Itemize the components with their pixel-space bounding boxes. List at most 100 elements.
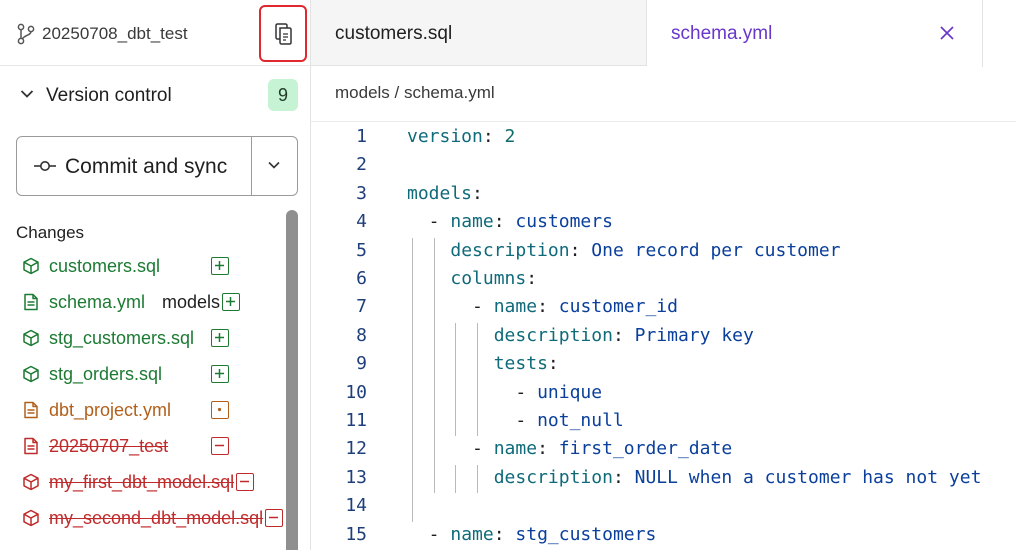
- editor-tab-bar: customers.sql schema.yml: [311, 0, 1016, 67]
- close-icon[interactable]: [939, 25, 955, 41]
- code-line: 3 models:: [311, 179, 1016, 207]
- changes-scrollbar[interactable]: [286, 210, 298, 550]
- code-line: 9 tests:: [311, 349, 1016, 377]
- change-item[interactable]: schema.yml models: [0, 284, 290, 320]
- change-item[interactable]: stg_orders.sql: [0, 356, 290, 392]
- tab-customers-sql[interactable]: customers.sql: [311, 0, 647, 66]
- indent-guide: [476, 322, 478, 437]
- status-deleted-icon: [265, 509, 284, 527]
- line-number: 7: [356, 296, 367, 318]
- yaml-key: name: [493, 296, 538, 318]
- copy-icon: [275, 23, 292, 45]
- line-number: 14: [345, 495, 367, 517]
- code-text: tests:: [493, 353, 559, 375]
- status-modified-icon: [211, 401, 229, 419]
- code-line: 1 version: 2: [311, 122, 1016, 150]
- code-text: - not_null: [515, 410, 624, 431]
- changes-title: Changes: [16, 223, 85, 242]
- breadcrumb-path: models / schema.yml: [335, 83, 495, 102]
- code-text: models:: [407, 182, 483, 204]
- git-branch-icon: [17, 23, 35, 45]
- yaml-key: description: [493, 466, 613, 488]
- line-number: 15: [345, 523, 367, 545]
- commit-and-sync-label: Commit and sync: [65, 155, 228, 178]
- tab-schema-yml[interactable]: schema.yml: [647, 0, 983, 67]
- code-text: description: Primary key: [493, 324, 754, 346]
- branch-bar: 20250708_dbt_test: [0, 0, 310, 66]
- change-item[interactable]: 20250707_test: [0, 428, 290, 464]
- change-file-name: stg_customers.sql: [49, 328, 195, 348]
- yaml-key: description: [450, 239, 570, 261]
- change-file-directory: models: [162, 292, 221, 312]
- change-file-name: my_first_dbt_model.sql: [49, 472, 235, 492]
- code-text: - name: stg_customers: [428, 523, 657, 545]
- code-line: 12 - name: first_order_date: [311, 434, 1016, 462]
- change-item[interactable]: my_first_dbt_model.sql: [0, 464, 290, 500]
- version-control-header[interactable]: Version control 9: [0, 66, 310, 126]
- code-line: 8 description: Primary key: [311, 321, 1016, 349]
- indent-guide: [411, 237, 413, 522]
- status-deleted-icon: [236, 473, 255, 491]
- yaml-key: name: [450, 523, 494, 545]
- yaml-key: description: [493, 324, 613, 346]
- line-number: 10: [345, 381, 367, 403]
- change-file-name: stg_orders.sql: [49, 364, 163, 384]
- chevron-down-icon: [268, 161, 280, 169]
- code-editor[interactable]: 1 version: 2 2 3 models: 4- name: customers 5 d…: [311, 122, 1016, 550]
- yaml-value: customers: [515, 211, 613, 233]
- yaml-key: name: [493, 438, 538, 460]
- git-commit-icon: [34, 161, 56, 171]
- code-text: version: 2: [407, 126, 516, 147]
- tab-label: schema.yml: [671, 23, 773, 44]
- line-number: 6: [356, 268, 367, 289]
- document-icon: [24, 437, 38, 455]
- yaml-value: first_order_date: [558, 438, 733, 460]
- change-item[interactable]: my_second_dbt_model.sql: [0, 500, 290, 536]
- line-number: 2: [356, 154, 367, 176]
- yaml-key: models: [407, 182, 473, 204]
- commit-options-dropdown[interactable]: [252, 137, 297, 195]
- model-cube-icon: [23, 365, 39, 383]
- code-line: 10 - unique: [311, 378, 1016, 406]
- status-deleted-icon: [211, 437, 229, 455]
- code-text: - name: first_order_date: [472, 438, 733, 460]
- change-file-name: dbt_project.yml: [49, 400, 172, 420]
- breadcrumb: models / schema.yml: [311, 66, 1016, 122]
- status-added-icon: [222, 293, 241, 311]
- line-number: 4: [356, 211, 367, 233]
- change-item[interactable]: stg_customers.sql: [0, 320, 290, 356]
- code-text: description: One record per customer: [450, 239, 841, 261]
- status-added-icon: [211, 329, 229, 347]
- yaml-key: columns: [450, 268, 527, 289]
- yaml-key: version: [407, 126, 483, 147]
- change-file-name: schema.yml: [49, 292, 146, 312]
- tab-overflow[interactable]: [983, 0, 1016, 66]
- yaml-key: name: [450, 211, 494, 233]
- changes-count-badge: 9: [268, 79, 298, 111]
- code-line: 7 - name: customer_id: [311, 292, 1016, 320]
- change-item[interactable]: customers.sql: [0, 248, 290, 284]
- document-icon: [24, 293, 38, 311]
- yaml-value: not_null: [537, 410, 624, 431]
- line-number: 5: [356, 239, 367, 261]
- code-line: 11 - not_null: [311, 406, 1016, 434]
- code-line: 6 columns:: [311, 264, 1016, 292]
- code-line: 2: [311, 150, 1016, 178]
- code-line: 5 description: One record per customer: [311, 236, 1016, 264]
- copy-branch-button[interactable]: [259, 5, 307, 62]
- commit-and-sync-button[interactable]: Commit and sync: [17, 137, 251, 195]
- status-added-icon: [211, 257, 229, 275]
- indent-guide: [476, 464, 478, 494]
- tab-label: customers.sql: [335, 23, 453, 44]
- model-cube-icon: [23, 473, 39, 491]
- model-cube-icon: [23, 509, 39, 527]
- yaml-key: tests: [493, 353, 548, 375]
- yaml-value: One record per customer: [591, 239, 841, 261]
- document-icon: [24, 401, 38, 419]
- model-cube-icon: [23, 329, 39, 347]
- change-item[interactable]: dbt_project.yml: [0, 392, 290, 428]
- indent-guide: [455, 464, 457, 494]
- line-number: 1: [356, 126, 367, 147]
- change-file-name: my_second_dbt_model.sql: [49, 508, 264, 528]
- code-line: 14: [311, 491, 1016, 519]
